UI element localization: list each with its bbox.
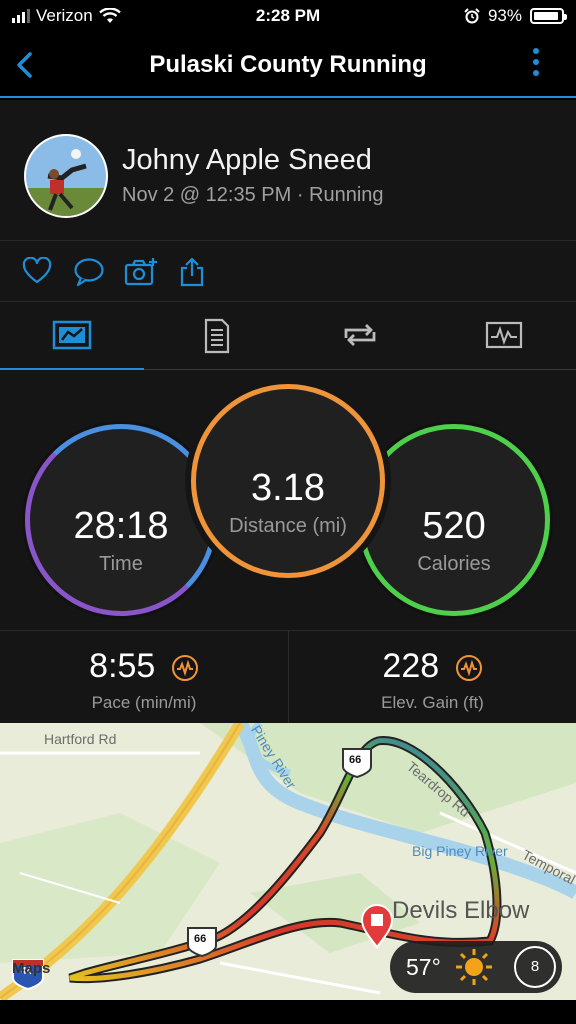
pace-stat[interactable]: 8:55 Pace (min/mi): [0, 631, 288, 724]
home-bar: [0, 1000, 576, 1024]
battery-icon: [530, 8, 567, 24]
elevation-label: Elev. Gain (ft): [381, 693, 484, 712]
map-label-big-piney: Big Piney River: [412, 843, 508, 859]
avatar[interactable]: [24, 134, 108, 218]
status-bar: Verizon 2:28 PM 93%: [0, 0, 576, 34]
page-title: Pulaski County Running: [149, 51, 427, 78]
status-right: 93%: [464, 6, 567, 26]
activity-profile: Johny Apple Sneed Nov 2 @ 12:35 PM · Run…: [0, 100, 576, 240]
calories-value: 520: [422, 505, 486, 547]
pace-label: Pace (min/mi): [91, 693, 197, 712]
tab-charts[interactable]: [432, 302, 576, 370]
elevation-stat[interactable]: 228 Elev. Gain (ft): [288, 631, 576, 724]
pace-value: 8:55: [89, 647, 156, 685]
elevation-value: 228: [382, 647, 440, 685]
chart-wave-icon: [455, 655, 482, 682]
laps-icon: [344, 324, 376, 346]
route-66-label: 66: [194, 933, 207, 945]
comment-icon: [74, 258, 104, 287]
route-66-label: 66: [349, 754, 362, 766]
maps-logo: Maps: [12, 960, 51, 977]
share-button[interactable]: [178, 257, 210, 287]
weather-badge[interactable]: 57° 8: [390, 941, 562, 993]
map-label-hartford: Hartford Rd: [44, 731, 117, 747]
stats-icon: [52, 320, 92, 350]
camera-plus-icon: [124, 258, 157, 286]
weather-temp: 57°: [406, 954, 441, 980]
like-button[interactable]: [22, 256, 54, 287]
comment-button[interactable]: [73, 257, 105, 287]
details-icon: [204, 318, 230, 354]
athlete-name[interactable]: Johny Apple Sneed: [122, 144, 372, 177]
chart-wave-icon: [171, 655, 198, 682]
time-label: Time: [99, 553, 143, 575]
distance-stat: 3.18 Distance (mi): [191, 384, 385, 578]
more-menu-button[interactable]: [532, 48, 540, 82]
avatar-image: [26, 136, 106, 216]
battery-percent: 93%: [487, 6, 522, 25]
wind-indicator: 8: [514, 946, 556, 988]
tab-laps[interactable]: [288, 302, 432, 370]
time-stat: 28:18 Time: [25, 424, 217, 616]
secondary-stats: 8:55 Pace (min/mi) 228 Elev. Gain (ft): [0, 630, 576, 724]
activity-tabs: [0, 302, 576, 371]
nav-header: Pulaski County Running: [0, 34, 576, 98]
share-icon: [180, 257, 204, 287]
distance-value: 3.18: [251, 467, 325, 509]
sun-icon: [456, 949, 492, 985]
calories-stat: 520 Calories: [358, 424, 550, 616]
tab-stats[interactable]: [0, 302, 144, 371]
alarm-icon: [464, 8, 480, 24]
social-actions: [0, 240, 576, 302]
activity-meta: Nov 2 @ 12:35 PM · Running: [122, 184, 384, 206]
calories-label: Calories: [417, 553, 491, 575]
route-map[interactable]: Hartford Rd Piney River Big Piney River …: [0, 723, 576, 1000]
stats-panel: 28:18 Time 520 Calories 3.18 Distance (m…: [0, 370, 576, 630]
more-vertical-icon: [532, 48, 540, 76]
charts-icon: [485, 321, 523, 349]
time-value: 28:18: [73, 505, 169, 547]
heart-icon: [22, 256, 52, 284]
tab-details[interactable]: [144, 302, 288, 370]
add-photo-button[interactable]: [124, 257, 157, 287]
distance-label: Distance (mi): [229, 515, 347, 537]
map-label-devils-elbow: Devils Elbow: [392, 897, 530, 924]
